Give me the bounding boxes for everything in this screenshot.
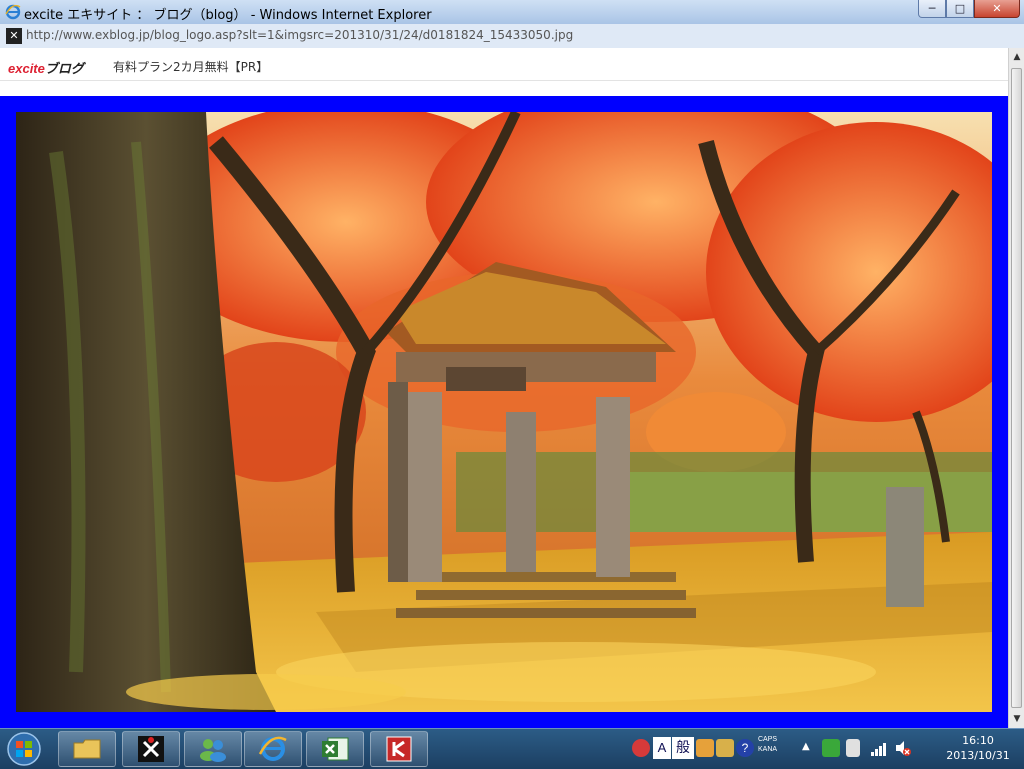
ime-dictionary-icon[interactable] [716,739,734,757]
excite-header: exciteブログ 有料プラン2カ月無料【PR】 [0,48,1008,81]
title-bar: excite エキサイト ： ブログ（blog） - Windows Inter… [0,0,1024,25]
ie-icon [258,736,287,761]
close-button[interactable]: ✕ [974,0,1020,18]
address-bar[interactable]: ✕ http://www.exblog.jp/blog_logo.asp?slt… [0,24,1024,49]
maximize-button[interactable]: □ [946,0,974,18]
taskbar: A 般 ? CAPS KANA ▲ 16:10 2013/10/31 [0,728,1024,769]
clock-time: 16:10 [962,734,994,747]
scroll-thumb[interactable] [1011,68,1022,708]
clock-date: 2013/10/31 [946,749,1010,762]
security-check-icon[interactable] [822,739,840,757]
system-tray: A 般 ? CAPS KANA ▲ 16:10 2013/10/31 [628,729,1024,769]
excel-icon [322,737,349,761]
ime-kana-indicator[interactable]: 般 [672,737,694,759]
taskbar-excel-button[interactable] [306,731,364,767]
folder-icon [73,739,101,759]
ime-pad-icon[interactable] [632,739,650,757]
minimize-button[interactable]: ─ [918,0,946,18]
ime-mode-indicator[interactable]: A [653,737,671,759]
caps-kana-indicator: CAPS KANA [758,736,778,753]
favicon-icon: ✕ [6,28,22,44]
device-icon[interactable] [846,739,860,757]
taskbar-app-x-button[interactable] [122,731,180,767]
taskbar-app-k-button[interactable] [370,731,428,767]
system-clock[interactable]: 16:10 2013/10/31 [942,733,1014,763]
help-icon[interactable]: ? [736,739,754,757]
app-k-icon [386,736,412,762]
page-content: exciteブログ 有料プラン2カ月無料【PR】 [0,48,1008,728]
windows-orb-icon[interactable] [4,731,44,767]
window-controls: ─ □ ✕ [918,0,1020,19]
volume-muted-icon[interactable] [894,739,912,757]
address-url[interactable]: http://www.exblog.jp/blog_logo.asp?slt=1… [26,28,573,42]
taskbar-ie-button[interactable] [244,731,302,767]
scroll-down-icon[interactable]: ▼ [1011,713,1023,725]
autumn-temple-gate-photo [16,112,992,712]
taskbar-explorer-button[interactable] [58,731,116,767]
ie-logo-icon [5,4,21,20]
taskbar-messenger-button[interactable] [184,731,242,767]
excite-blog-logo[interactable]: exciteブログ [8,58,84,77]
window-title: excite エキサイト ： ブログ（blog） - Windows Inter… [24,8,432,23]
messenger-icon [200,739,226,762]
promo-link[interactable]: 有料プラン2カ月無料【PR】 [113,58,268,75]
vertical-scrollbar[interactable]: ▲ ▼ [1008,48,1024,728]
show-hidden-icons-icon[interactable]: ▲ [802,741,810,752]
scroll-up-icon[interactable]: ▲ [1011,51,1023,63]
network-signal-icon[interactable] [870,739,888,757]
app-x-icon [138,736,164,762]
photo-frame [0,96,1008,728]
ime-tools-icon[interactable] [696,739,714,757]
